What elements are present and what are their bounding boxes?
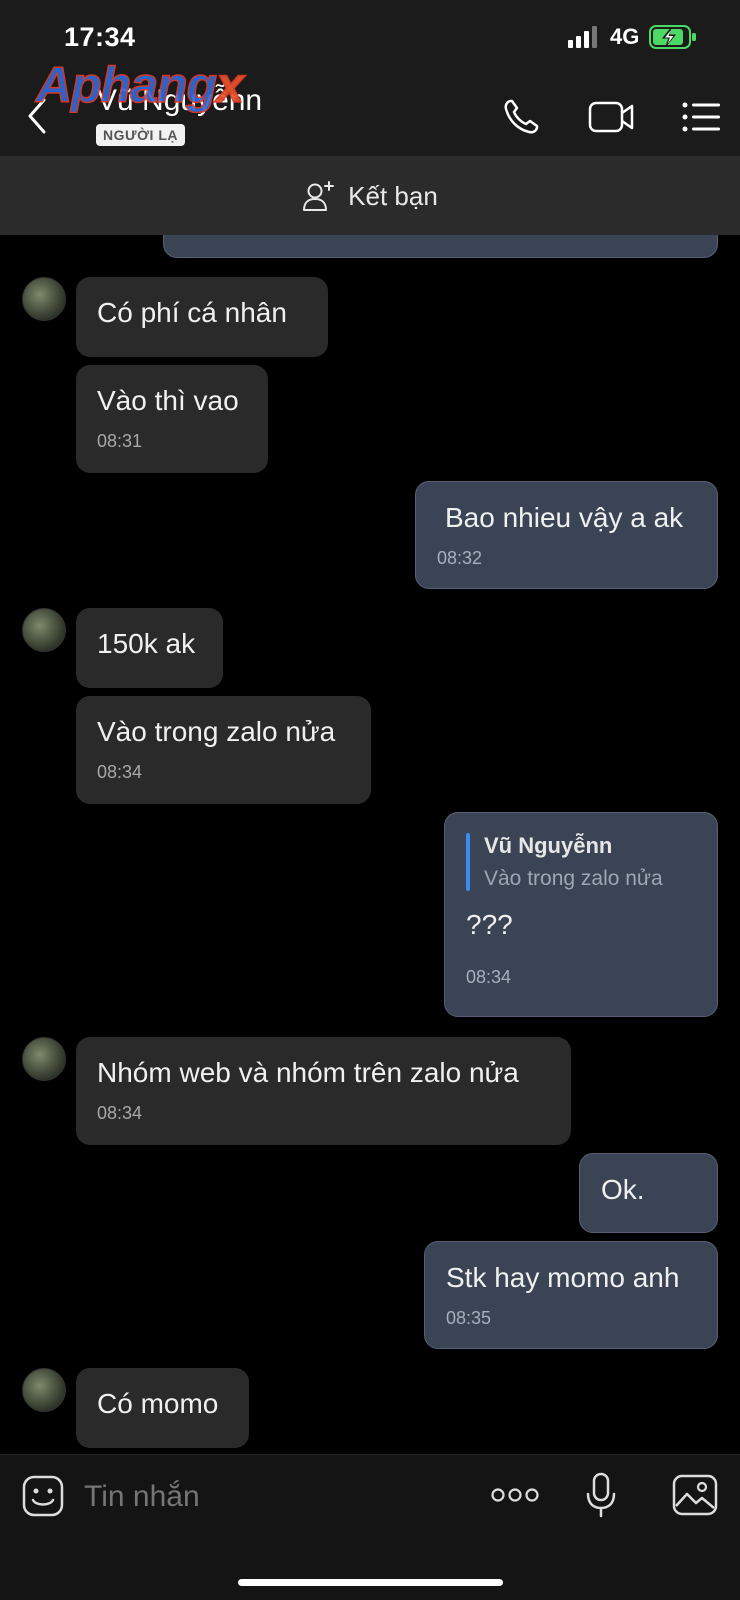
sticker-button[interactable] [22, 1475, 64, 1522]
quote-text: Vào trong zalo nửa [484, 867, 663, 890]
add-friend-button[interactable]: Kết bạn [0, 157, 740, 235]
message-bubble[interactable]: Ok. [579, 1153, 718, 1233]
message-text: Có momo [97, 1388, 219, 1419]
message-text: Có phí cá nhân [97, 297, 287, 328]
emoji-sticker-icon [22, 1475, 64, 1517]
status-indicators: 4G [568, 24, 697, 50]
message-time: 08:31 [97, 431, 143, 451]
message-time: 08:34 [97, 1103, 143, 1123]
video-call-button[interactable] [588, 100, 634, 139]
avatar[interactable] [22, 1037, 66, 1081]
image-gallery-icon [672, 1474, 718, 1516]
quote-accent-bar [466, 833, 470, 891]
message-bubble[interactable]: Có phí cá nhân [76, 277, 328, 357]
add-person-icon [303, 181, 335, 211]
voice-button[interactable] [584, 1472, 618, 1523]
message-time: 08:34 [466, 967, 512, 987]
status-time: 17:34 [64, 22, 136, 52]
microphone-icon [586, 1472, 616, 1518]
reply-message-bubble[interactable]: Vũ Nguyễnn Vào trong zalo nửa ??? 08:34 [444, 812, 718, 1017]
message-time: 08:34 [97, 762, 143, 782]
message-text: 150k ak [97, 628, 196, 659]
home-indicator [238, 1579, 503, 1586]
avatar[interactable] [22, 608, 66, 652]
phone-icon [504, 99, 539, 134]
message-bubble[interactable]: Có momo [76, 1368, 249, 1448]
add-friend-label: Kết bạn [348, 180, 438, 211]
message-text: Vào trong zalo nửa [97, 716, 336, 747]
message-text: Vào thì vao [97, 385, 239, 416]
message-input[interactable] [84, 1480, 444, 1514]
message-text: Ok. [601, 1174, 645, 1205]
call-button[interactable] [502, 98, 540, 141]
watermark-logo: Aphangx [35, 56, 244, 114]
message-text: ??? [466, 909, 513, 940]
message-text: Stk hay momo anh [446, 1262, 680, 1293]
message-bubble[interactable]: Nhóm web và nhóm trên zalo nửa 08:34 [76, 1037, 571, 1145]
video-camera-icon [588, 101, 634, 133]
signal-icon [568, 26, 597, 48]
message-bubble[interactable]: Bao nhieu vậy a ak 08:32 [415, 481, 718, 589]
more-dots-icon [491, 1488, 539, 1502]
quote-author: Vũ Nguyễnn [484, 833, 613, 858]
message-time: 08:35 [446, 1308, 492, 1328]
quoted-message[interactable]: Vũ Nguyễnn Vào trong zalo nửa [466, 833, 696, 891]
avatar[interactable] [22, 1368, 66, 1412]
network-label: 4G [610, 24, 640, 49]
message-text: Nhóm web và nhóm trên zalo nửa [97, 1057, 519, 1088]
message-text: Bao nhieu vậy a ak [445, 502, 684, 533]
message-bubble[interactable]: Vào trong zalo nửa 08:34 [76, 696, 371, 804]
list-menu-icon [682, 102, 720, 132]
menu-button[interactable] [682, 102, 720, 137]
battery-charging-icon [649, 25, 697, 49]
message-bubble[interactable]: 150k ak [76, 608, 223, 688]
image-picker-button[interactable] [672, 1474, 718, 1521]
stranger-badge: NGƯỜI LẠ [96, 124, 185, 146]
message-time: 08:32 [437, 548, 483, 568]
avatar[interactable] [22, 277, 66, 321]
message-bubble[interactable]: Stk hay momo anh 08:35 [424, 1241, 718, 1349]
more-options-button[interactable] [491, 1486, 539, 1509]
message-bubble[interactable]: Vào thì vao 08:31 [76, 365, 268, 473]
